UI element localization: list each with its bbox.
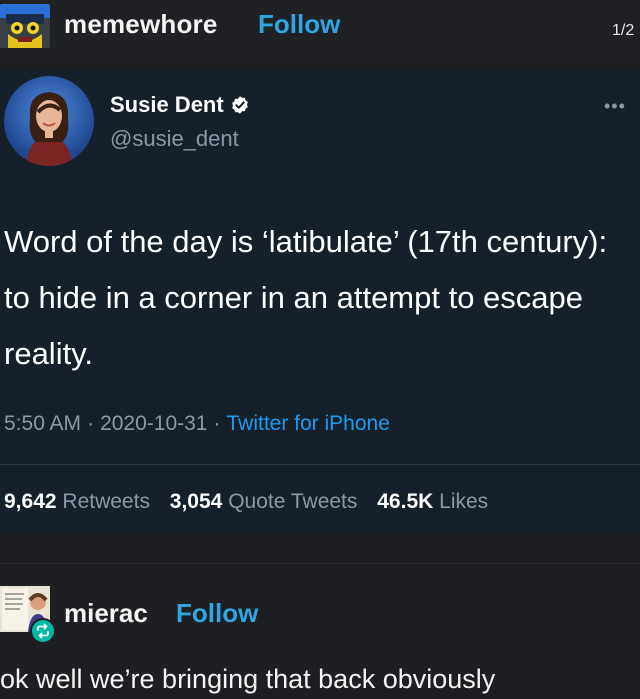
tweet-time: 5:50 AM (4, 412, 82, 435)
tweet-stats: 9,642 Retweets 3,054 Quote Tweets 46.5K … (4, 490, 502, 514)
likes-label: Likes (439, 490, 489, 513)
quote-tweets-stat[interactable]: 3,054 Quote Tweets (170, 490, 358, 513)
post-spacer (0, 532, 640, 552)
quote-tweets-label: Quote Tweets (228, 490, 358, 513)
retweets-label: Retweets (62, 490, 150, 513)
verified-icon (231, 96, 248, 114)
reblog-follow-button[interactable]: Follow (176, 598, 258, 629)
tweet-text: Word of the day is ‘latibulate’ (17th ce… (4, 224, 608, 371)
likes-stat[interactable]: 46.5K Likes (377, 490, 488, 513)
tweet-source-link[interactable]: Twitter for iPhone (226, 412, 389, 435)
quote-tweets-count: 3,054 (169, 490, 223, 513)
post-username[interactable]: memewhore (64, 9, 218, 40)
reblog-username[interactable]: mierac (64, 598, 148, 629)
tweet-date: 2020-10-31 (100, 412, 208, 435)
reblog-icon (30, 618, 56, 644)
tweet-handle[interactable]: @susie_dent (110, 126, 239, 152)
page-indicator: 1/2 (612, 22, 635, 39)
tweet-timestamp: 5:50 AM · 2020-10-31 · Twitter for iPhone (4, 412, 390, 435)
avatar[interactable] (0, 4, 50, 48)
more-options-icon[interactable]: ••• (604, 96, 626, 117)
tweet-author: Susie Dent (110, 92, 250, 118)
retweets-stat[interactable]: 9,642 Retweets (4, 490, 150, 513)
reblog-divider (0, 563, 640, 564)
divider (0, 464, 640, 465)
tweet-avatar (4, 76, 94, 166)
follow-button[interactable]: Follow (258, 9, 340, 40)
likes-count: 46.5K (377, 490, 434, 513)
post-header: memewhore Follow 1/2 (0, 0, 640, 58)
tweet-display-name[interactable]: Susie Dent (110, 92, 224, 118)
reblog-comment: ok well we’re bringing that back obvious… (0, 664, 496, 694)
retweets-count: 9,642 (4, 490, 57, 513)
tweet-screenshot: Susie Dent @susie_dent ••• Word of the d… (0, 70, 640, 532)
